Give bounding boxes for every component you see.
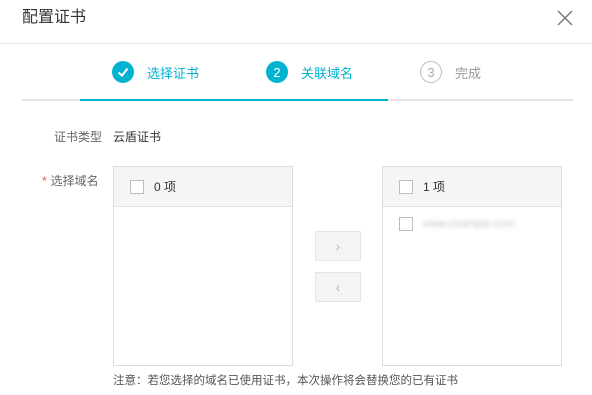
step-associate-domain: 2 关联域名 — [266, 59, 353, 85]
step-progress-segment-1 — [80, 99, 234, 101]
replacement-note: 注意：若您选择的域名已使用证书，本次操作将会替换您的已有证书 — [113, 375, 458, 387]
source-count: 0 项 — [154, 180, 177, 194]
chevron-left-icon: ‹ — [335, 279, 341, 295]
cert-type-label: 证书类型 — [54, 130, 103, 144]
list-item[interactable]: www.example.com — [383, 207, 561, 241]
dialog-header: 配置证书 — [0, 0, 592, 44]
step-complete: 3 完成 — [420, 59, 481, 85]
step-number: 3 — [420, 61, 442, 83]
item-checkbox[interactable] — [399, 217, 413, 231]
step-progress-track — [22, 99, 573, 101]
step-label: 完成 — [455, 65, 482, 81]
step-number: 2 — [266, 61, 288, 83]
target-panel-header: 1 项 — [383, 167, 561, 207]
required-mark: * — [42, 174, 47, 188]
close-icon[interactable] — [555, 8, 575, 28]
step-progress-segment-2 — [234, 99, 388, 101]
transfer-source-panel: 0 项 — [113, 166, 293, 366]
check-icon — [112, 61, 134, 83]
step-label: 选择证书 — [147, 65, 200, 81]
source-select-all-checkbox[interactable] — [130, 179, 144, 194]
target-select-all-checkbox[interactable] — [399, 179, 413, 194]
target-count: 1 项 — [423, 180, 446, 194]
dialog-title: 配置证书 — [22, 9, 87, 26]
step-label: 关联域名 — [301, 65, 354, 81]
transfer-target-panel: 1 项 www.example.com — [382, 166, 562, 366]
move-left-button[interactable]: ‹ — [315, 272, 361, 302]
move-right-button[interactable]: › — [315, 231, 361, 261]
chevron-right-icon: › — [335, 238, 341, 254]
configure-certificate-dialog: 配置证书 选择证书 2 关联域名 3 完成 证书类型 云盾证书 * 选择域名 0… — [0, 0, 592, 395]
source-panel-header: 0 项 — [114, 167, 292, 207]
domain-name: www.example.com — [423, 218, 515, 230]
step-select-certificate: 选择证书 — [112, 59, 199, 85]
step-indicator: 选择证书 2 关联域名 3 完成 — [0, 44, 592, 102]
domain-label-text: 选择域名 — [50, 174, 99, 188]
cert-type-value: 云盾证书 — [113, 130, 162, 144]
domain-field-label: * 选择域名 — [42, 172, 99, 189]
